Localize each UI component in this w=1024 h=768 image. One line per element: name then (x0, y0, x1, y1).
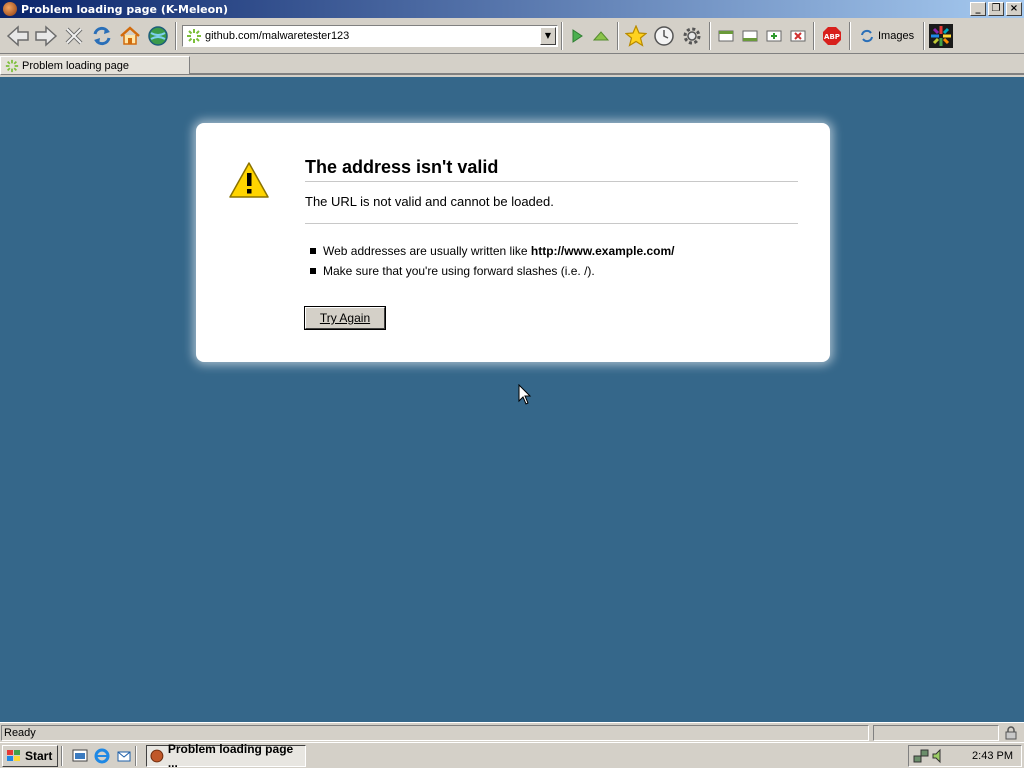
show-desktop-icon[interactable] (72, 748, 88, 764)
status-bar: Ready (0, 722, 1024, 742)
new-tab-icon (766, 30, 782, 41)
page-content: The address isn't valid The URL is not v… (0, 77, 1024, 722)
error-description: The URL is not valid and cannot be loade… (305, 194, 798, 224)
internet-explorer-icon[interactable] (94, 748, 110, 764)
page-loading-icon (5, 59, 19, 72)
window-b-icon (742, 30, 758, 41)
taskbar: Start Problem loading page ... 2:43 PM (0, 742, 1024, 768)
bookmarks-button[interactable] (622, 21, 650, 51)
taskbar-separator (135, 745, 137, 766)
go-button[interactable] (566, 21, 588, 51)
toolbar-separator (709, 21, 711, 50)
start-button[interactable]: Start (2, 744, 58, 767)
toolbar-separator (849, 21, 851, 50)
url-dropdown-button[interactable]: ▼ (540, 26, 556, 45)
taskbar-separator (61, 745, 63, 766)
globe-button[interactable] (144, 21, 172, 51)
stop-icon (65, 27, 83, 44)
network-icon[interactable] (913, 748, 929, 764)
security-lock-icon[interactable] (1004, 726, 1018, 740)
adblock-button[interactable]: ABP (818, 21, 846, 51)
images-button[interactable]: Images (854, 22, 920, 50)
back-button[interactable] (4, 21, 32, 51)
example-url: http://www.example.com/ (530, 244, 675, 258)
forward-button[interactable] (32, 21, 60, 51)
forward-icon (35, 24, 58, 47)
close-tab-button[interactable] (786, 21, 810, 51)
try-again-button[interactable]: Try Again (304, 306, 386, 330)
adblock-abp-icon: ABP (823, 26, 841, 45)
url-bar[interactable]: ▼ (182, 24, 558, 47)
go-icon (572, 28, 583, 43)
close-button[interactable]: × (1006, 2, 1022, 16)
clock[interactable]: 2:43 PM (972, 750, 1013, 762)
home-icon (120, 25, 140, 45)
taskbar-item-kmeleon[interactable]: Problem loading page ... (146, 741, 306, 768)
history-clock-icon (654, 25, 674, 46)
suggestion-text: Web addresses are usually written like (323, 244, 528, 258)
svg-text:ABP: ABP (824, 33, 840, 41)
bookmarks-star-icon (625, 24, 647, 47)
images-icon (861, 29, 873, 42)
window-title: Problem loading page (K-Meleon) (21, 2, 229, 16)
up-icon (592, 30, 610, 40)
window-a-icon (718, 30, 734, 41)
reload-icon (93, 26, 111, 45)
settings-gear-icon (683, 27, 701, 44)
system-tray: 2:43 PM (908, 745, 1022, 767)
list-item: Make sure that you're using forward slas… (305, 261, 674, 281)
restore-button[interactable]: ❐ (988, 2, 1004, 16)
reload-button[interactable] (88, 21, 116, 51)
error-title: The address isn't valid (305, 157, 798, 182)
warning-icon (229, 162, 269, 198)
close-tab-icon (790, 30, 806, 41)
history-button[interactable] (650, 21, 678, 51)
minimize-button[interactable]: _ (970, 2, 986, 16)
layer-prev-button[interactable] (714, 21, 738, 51)
tab-problem-loading-page[interactable]: Problem loading page (0, 56, 190, 75)
navigation-toolbar: ▼ ABP Images (0, 18, 1024, 54)
globe-icon (148, 25, 168, 46)
bullet-icon (310, 248, 316, 254)
quick-launch (72, 748, 132, 764)
new-tab-button[interactable] (762, 21, 786, 51)
home-button[interactable] (116, 21, 144, 51)
outlook-express-icon[interactable] (116, 748, 132, 764)
list-item: Web addresses are usually written like h… (305, 241, 674, 261)
status-progress-pane (873, 725, 999, 741)
tab-bar: Problem loading page (0, 55, 1024, 75)
page-loading-icon (187, 28, 201, 43)
mouse-cursor-icon (518, 384, 532, 405)
windows-logo-icon (7, 749, 20, 761)
toolbar-separator (923, 21, 926, 50)
title-bar[interactable]: Problem loading page (K-Meleon) _ ❐ × (0, 0, 1024, 18)
suggestion-text: Make sure that you're using forward slas… (323, 264, 595, 278)
kmeleon-logo-icon (929, 23, 954, 48)
up-button[interactable] (588, 21, 614, 51)
stop-button[interactable] (60, 21, 88, 51)
kmeleon-app-icon[interactable] (3, 2, 17, 16)
images-label: Images (878, 29, 915, 42)
url-input[interactable] (205, 29, 540, 42)
error-box: The address isn't valid The URL is not v… (196, 123, 830, 362)
toolbar-separator (561, 21, 563, 50)
taskbar-item-label: Problem loading page ... (167, 741, 294, 768)
throbber (928, 21, 954, 51)
status-text: Ready (1, 725, 869, 741)
bullet-icon (310, 268, 316, 274)
toolbar-separator (617, 21, 619, 50)
tab-label: Problem loading page (22, 59, 130, 72)
kmeleon-app-icon (150, 749, 164, 762)
toolbar-separator (175, 21, 177, 50)
back-icon (6, 24, 29, 47)
volume-icon[interactable] (931, 748, 947, 764)
start-label: Start (25, 748, 53, 763)
preferences-button[interactable] (678, 21, 706, 51)
error-suggestions: Web addresses are usually written like h… (305, 241, 674, 281)
layer-next-button[interactable] (738, 21, 762, 51)
toolbar-separator (813, 21, 815, 50)
